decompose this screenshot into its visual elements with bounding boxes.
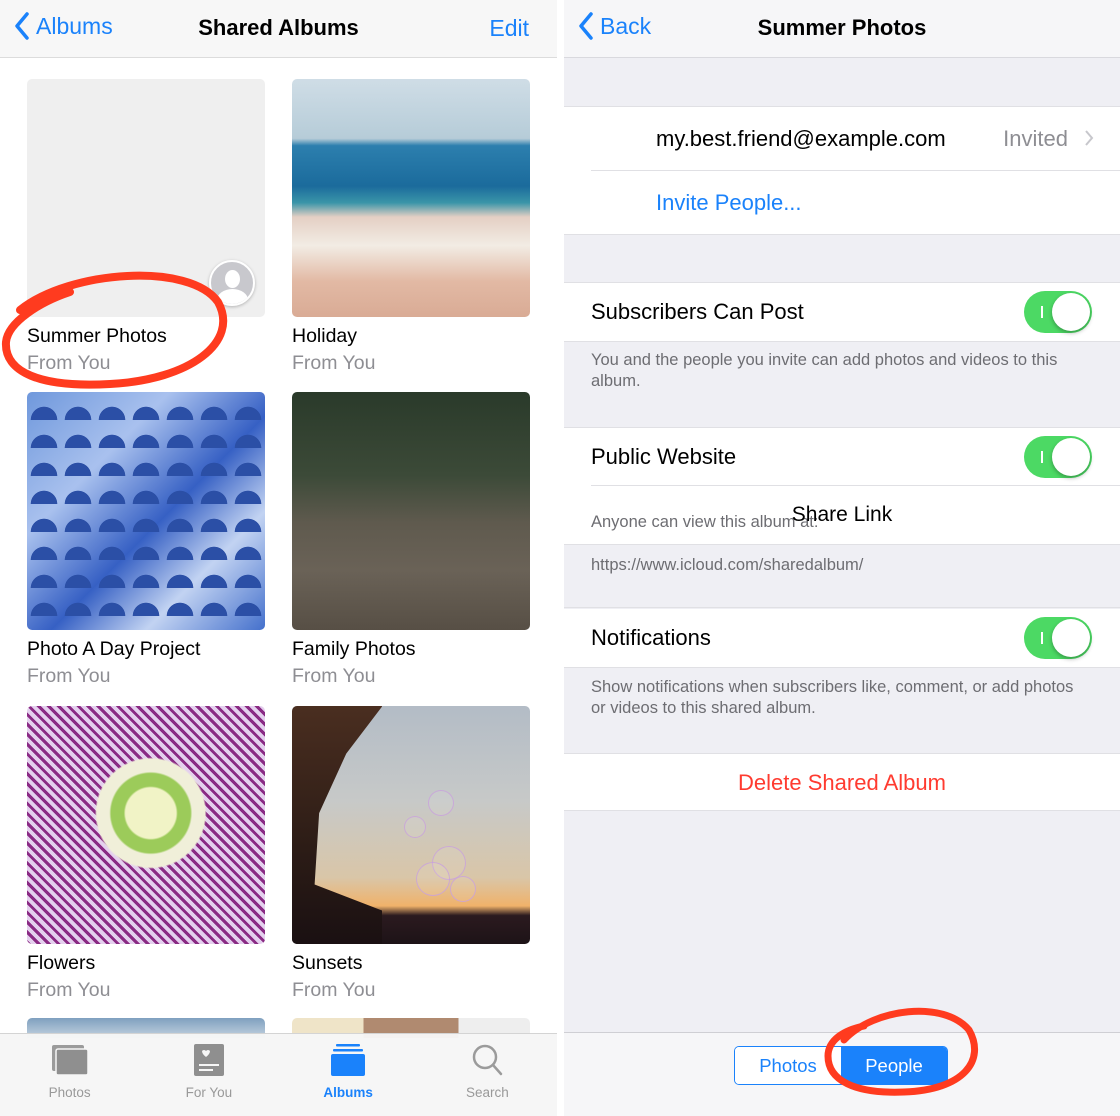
navigation-bar: Albums Shared Albums Edit <box>0 0 557 58</box>
invitee-row[interactable]: my.best.friend@example.com Invited <box>564 107 1120 171</box>
for-you-icon <box>193 1044 224 1076</box>
public-website-row: Public Website <box>564 428 1120 486</box>
subscribers-can-post-footer: You and the people you invite can add ph… <box>591 351 1058 390</box>
subscribers-can-post-group: Subscribers Can Post <box>564 282 1120 342</box>
notifications-group: Notifications <box>564 609 1120 668</box>
back-label: Back <box>600 12 652 39</box>
row-separator <box>591 485 1120 486</box>
invitee-email: my.best.friend@example.com <box>656 126 946 151</box>
album-thumbnail[interactable] <box>292 392 530 630</box>
album-thumbnail[interactable] <box>292 706 530 944</box>
album-summer-photos[interactable]: Summer Photos From You <box>27 79 265 375</box>
tab-label: Photos <box>48 1085 91 1100</box>
tab-for-you[interactable]: For You <box>139 1034 278 1116</box>
album-holiday[interactable]: Holiday From You <box>292 79 530 375</box>
url-area: https://www.icloud.com/sharedalbum/ <box>564 544 1120 608</box>
notifications-footer: Show notifications when subscribers like… <box>591 678 1074 717</box>
albums-icon <box>331 1044 366 1076</box>
public-website-label: Public Website <box>591 444 737 469</box>
people-group: my.best.friend@example.com Invited Invit… <box>564 106 1120 235</box>
notifications-row: Notifications <box>564 609 1120 667</box>
tab-label: Search <box>465 1085 509 1100</box>
segment-people[interactable]: People <box>841 1047 947 1084</box>
invite-people-button[interactable]: Invite People... <box>656 190 802 216</box>
album-name: Family Photos <box>292 638 416 660</box>
album-thumbnail[interactable] <box>27 392 265 630</box>
photos-icon <box>51 1045 89 1076</box>
chevron-left-icon <box>15 12 29 40</box>
album-photo-a-day[interactable]: Photo A Day Project From You <box>27 392 265 688</box>
delete-shared-album-button[interactable]: Delete Shared Album <box>564 770 1120 796</box>
album-subtitle: From You <box>27 352 111 374</box>
screen-divider <box>557 0 564 1116</box>
album-subtitle: From You <box>27 665 111 687</box>
album-thumbnail[interactable] <box>292 79 530 317</box>
album-name: Summer Photos <box>27 325 167 347</box>
back-label: Albums <box>36 12 113 39</box>
notifications-toggle[interactable] <box>1024 617 1092 659</box>
tab-photos[interactable]: Photos <box>0 1034 139 1116</box>
share-url[interactable]: https://www.icloud.com/sharedalbum/ <box>591 556 863 575</box>
album-name: Sunsets <box>292 952 363 974</box>
chevron-left-icon <box>579 12 593 40</box>
album-name: Flowers <box>27 952 96 974</box>
subscribers-can-post-toggle[interactable] <box>1024 291 1092 333</box>
album-sunsets[interactable]: Sunsets From You <box>292 706 530 1002</box>
tab-label: For You <box>185 1085 233 1100</box>
delete-group: Delete Shared Album <box>564 753 1120 811</box>
album-flowers[interactable]: Flowers From You <box>27 706 265 1002</box>
tab-search[interactable]: Search <box>418 1034 557 1116</box>
notifications-label: Notifications <box>591 625 711 650</box>
subscribers-can-post-label: Subscribers Can Post <box>591 299 804 324</box>
segment-photos[interactable]: Photos <box>735 1047 841 1084</box>
album-subtitle: From You <box>27 979 111 1001</box>
album-subtitle: From You <box>292 979 376 1001</box>
back-button[interactable]: Back <box>578 12 651 40</box>
tab-bar: Photos For You Albums Search <box>0 1033 557 1116</box>
edit-button[interactable]: Edit <box>489 15 529 42</box>
album-name: Holiday <box>292 325 358 347</box>
navigation-bar: Back Summer Photos <box>564 0 1120 58</box>
shared-albums-screen: Albums Shared Albums Edit Summer Photos … <box>0 0 557 1116</box>
search-icon <box>473 1044 503 1076</box>
person-avatar-icon <box>209 260 255 306</box>
invite-people-row[interactable]: Invite People... <box>564 171 1120 234</box>
public-website-group: Public Website Anyone can view this albu… <box>564 427 1120 544</box>
chevron-right-icon <box>1085 130 1094 146</box>
album-name: Photo A Day Project <box>27 638 201 660</box>
album-settings-screen: Back Summer Photos my.best.friend@exampl… <box>564 0 1120 1116</box>
album-thumbnail[interactable] <box>27 706 265 944</box>
album-family-photos[interactable]: Family Photos From You <box>292 392 530 688</box>
tab-albums[interactable]: Albums <box>279 1034 418 1116</box>
public-website-toggle[interactable] <box>1024 436 1092 478</box>
photos-people-segmented-control: Photos People <box>734 1046 948 1085</box>
album-subtitle: From You <box>292 352 376 374</box>
tab-label: Albums <box>323 1085 373 1100</box>
share-link-button[interactable]: Share Link <box>564 503 1120 527</box>
subscribers-can-post-row: Subscribers Can Post <box>564 283 1120 341</box>
album-thumbnail[interactable] <box>27 79 265 317</box>
back-to-albums-button[interactable]: Albums <box>14 12 113 40</box>
invitee-status: Invited <box>1003 126 1068 151</box>
album-subtitle: From You <box>292 665 376 687</box>
